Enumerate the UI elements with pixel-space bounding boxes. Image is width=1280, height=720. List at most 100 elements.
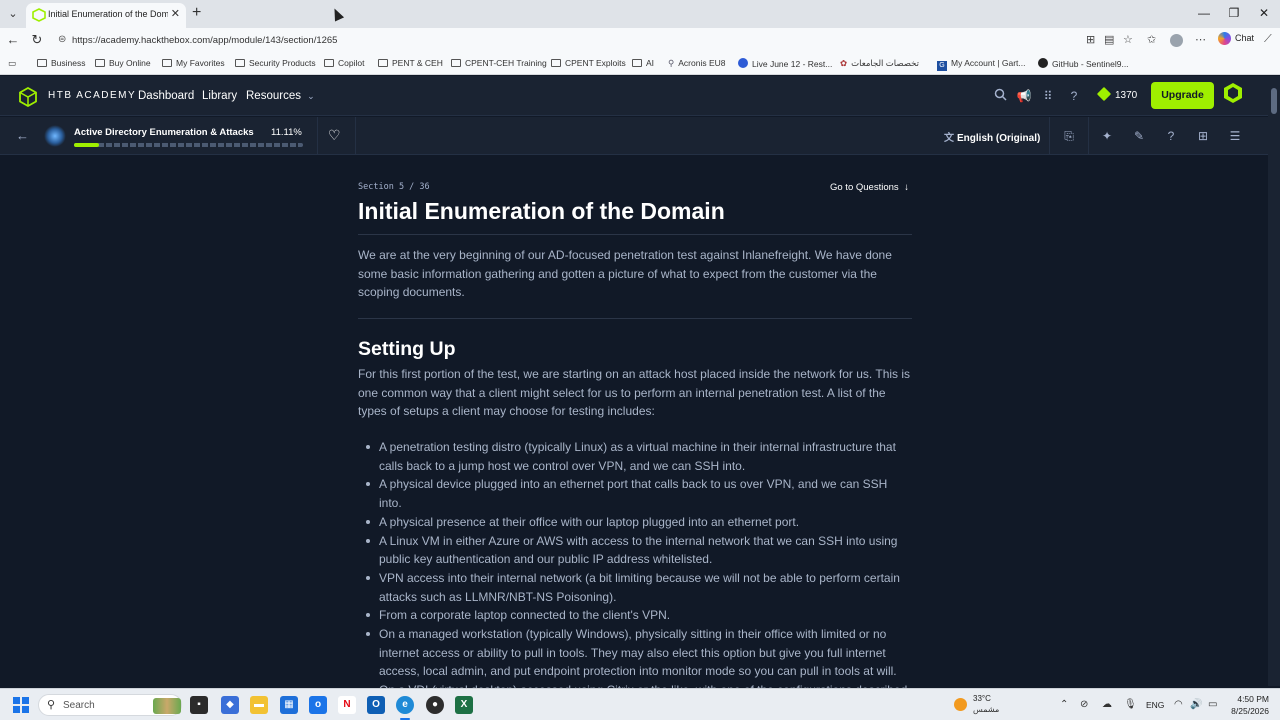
microphone-icon[interactable]: 🎙 [1124,699,1137,710]
file-explorer-icon[interactable]: ▬ [250,696,268,714]
favorites-icon[interactable]: ✩ [1147,33,1156,46]
apps-grid-icon[interactable]: ⠿ [1040,88,1056,104]
minimize-icon[interactable]: — [1194,6,1214,20]
link-icon: ⚲ [668,58,675,68]
windows-start-icon[interactable] [13,697,29,713]
ai-sparkle-icon[interactable]: ✦ [1099,128,1115,144]
bookmark-item[interactable]: GitHub - Sentinel9... [1038,58,1129,69]
htb-cube-logo-icon[interactable] [18,87,38,107]
folder-icon [324,59,334,67]
pdf-download-icon[interactable]: ⎘ [1061,128,1077,144]
heart-favorite-icon[interactable]: ♡ [328,127,341,144]
nav-dashboard[interactable]: Dashboard [138,90,194,102]
bookmark-item[interactable]: Live June 12 - Rest... [738,58,832,69]
bookmark-item[interactable]: AI [632,58,654,68]
profile-avatar[interactable] [1170,34,1183,47]
bookmark-item[interactable]: G My Account | Gart... [937,58,1025,71]
clock-time[interactable]: 4:50 PM [1229,694,1269,704]
upgrade-button[interactable]: Upgrade [1151,82,1214,109]
address-bar-row: ← ↻ ⊜ https://academy.hackthebox.com/app… [0,28,1280,53]
user-avatar-icon[interactable] [1221,81,1245,105]
restore-icon[interactable]: ❐ [1224,6,1244,20]
weather-sun-icon[interactable] [954,698,967,711]
section-counter: Section 5 / 36 [358,182,430,192]
outlook-icon[interactable]: O [367,696,385,714]
help-icon[interactable]: ? [1066,88,1082,104]
copilot-chat-button[interactable]: Chat [1218,32,1254,45]
bookmark-item[interactable]: ⚲ Acronis EU8 [668,58,725,69]
browser-tab-active[interactable]: Initial Enumeration of the Domain ✕ [26,3,186,28]
input-language-indicator[interactable]: ENG [1146,700,1164,710]
bookmark-item[interactable]: PENT & CEH [378,58,443,68]
go-to-questions-link[interactable]: Go to Questions ↓ [830,182,909,193]
page-title: Initial Enumeration of the Domain [358,198,725,224]
bookmark-item[interactable]: My Favorites [162,58,225,68]
onedrive-icon[interactable]: ☁ [1102,699,1112,710]
bookmark-item[interactable]: ✿ تخصصات الجامعات [840,58,919,69]
back-arrow-icon[interactable]: ← [5,33,21,47]
edge-browser-icon[interactable]: e [396,696,414,714]
window-close-icon[interactable]: ✕ [1254,6,1274,20]
show-hidden-icons-chevron-icon[interactable]: ⌃ [1060,699,1068,710]
htb-academy-logo-text[interactable]: HTB ACADEMY [48,90,136,101]
scrollbar-thumb[interactable] [1271,88,1277,114]
volume-icon[interactable]: 🔊 [1190,699,1202,710]
edit-notes-icon[interactable]: ✎ [1131,128,1147,144]
excel-icon[interactable]: X [455,696,473,714]
site-info-icon[interactable]: ⊜ [58,34,66,45]
nav-resources[interactable]: Resources ⌄ [246,90,315,102]
nav-library[interactable]: Library [202,90,237,102]
tab-title: Initial Enumeration of the Domain [48,9,168,19]
tab-close-icon[interactable]: ✕ [171,7,180,20]
netflix-icon[interactable]: N [338,696,356,714]
task-view-icon[interactable]: ▪ [190,696,208,714]
url-field[interactable]: ⊜ https://academy.hackthebox.com/app/mod… [50,31,1145,50]
bookmark-item[interactable]: Buy Online [95,58,151,68]
module-progress-bar [74,143,303,147]
app-icon[interactable]: ◆ [221,696,239,714]
sidebar-toggle-icon[interactable]: ⟋ [1264,33,1272,46]
wifi-icon[interactable]: ◠ [1174,699,1183,710]
bookmark-label: Copilot [338,58,365,68]
language-selector[interactable]: 文 English (Original) [944,129,1040,144]
favorite-star-icon[interactable]: ☆ [1123,33,1133,46]
bookmark-item[interactable]: CPENT-CEH Training [451,58,547,68]
bookmark-label: CPENT-CEH Training [465,58,547,68]
bookmark-item[interactable]: Business [37,58,86,68]
bookmark-label: Security Products [249,58,316,68]
clock-date[interactable]: 8/25/2026 [1224,706,1269,716]
list-item: VPN access into their internal network (… [358,569,912,606]
page-scrollbar[interactable] [1268,76,1280,686]
store-icon[interactable]: ▦ [280,696,298,714]
more-options-icon[interactable]: ⋯ [1195,33,1206,46]
list-item: From a corporate laptop connected to the… [358,606,912,625]
new-tab-button[interactable]: + [192,5,201,21]
bookmark-item[interactable]: Copilot [324,58,364,68]
setup-types-list: A penetration testing distro (typically … [358,438,912,700]
bookmark-hub-icon[interactable]: ▭ [8,58,16,69]
battery-icon[interactable]: ▭ [1208,699,1217,710]
app-available-icon[interactable]: ⊞ [1086,33,1095,46]
outlook-new-icon[interactable]: o [309,696,327,714]
tab-actions-chevron-icon[interactable]: ⌄ [4,5,22,23]
module-progress-fill [74,143,100,147]
meet-now-icon[interactable]: ⊘ [1080,699,1088,710]
bookmark-item[interactable]: CPENT Exploits [551,58,626,68]
table-of-contents-icon[interactable]: ☰ [1227,128,1243,144]
megaphone-icon[interactable]: 📢 [1016,88,1032,104]
bookmark-item[interactable]: Security Products [235,58,316,68]
bookmark-label: AI [646,58,655,68]
cubes-balance[interactable]: 1370 [1096,86,1138,102]
chevron-down-icon: ⌄ [307,91,315,101]
refresh-icon[interactable]: ↻ [29,33,45,47]
github-desktop-icon[interactable]: ● [426,696,444,714]
reading-view-icon[interactable]: ▤ [1104,33,1114,46]
cubes-count: 1370 [1115,90,1138,101]
help-icon[interactable]: ? [1163,128,1179,144]
search-icon[interactable] [992,88,1008,104]
back-arrow-icon[interactable]: ← [16,128,29,143]
widgets-icon[interactable]: ⊞ [1195,128,1211,144]
module-title[interactable]: Active Directory Enumeration & Attacks [74,127,254,138]
search-placeholder: Search [63,700,95,711]
taskbar-search-input[interactable]: ⚲ Search [38,694,182,716]
